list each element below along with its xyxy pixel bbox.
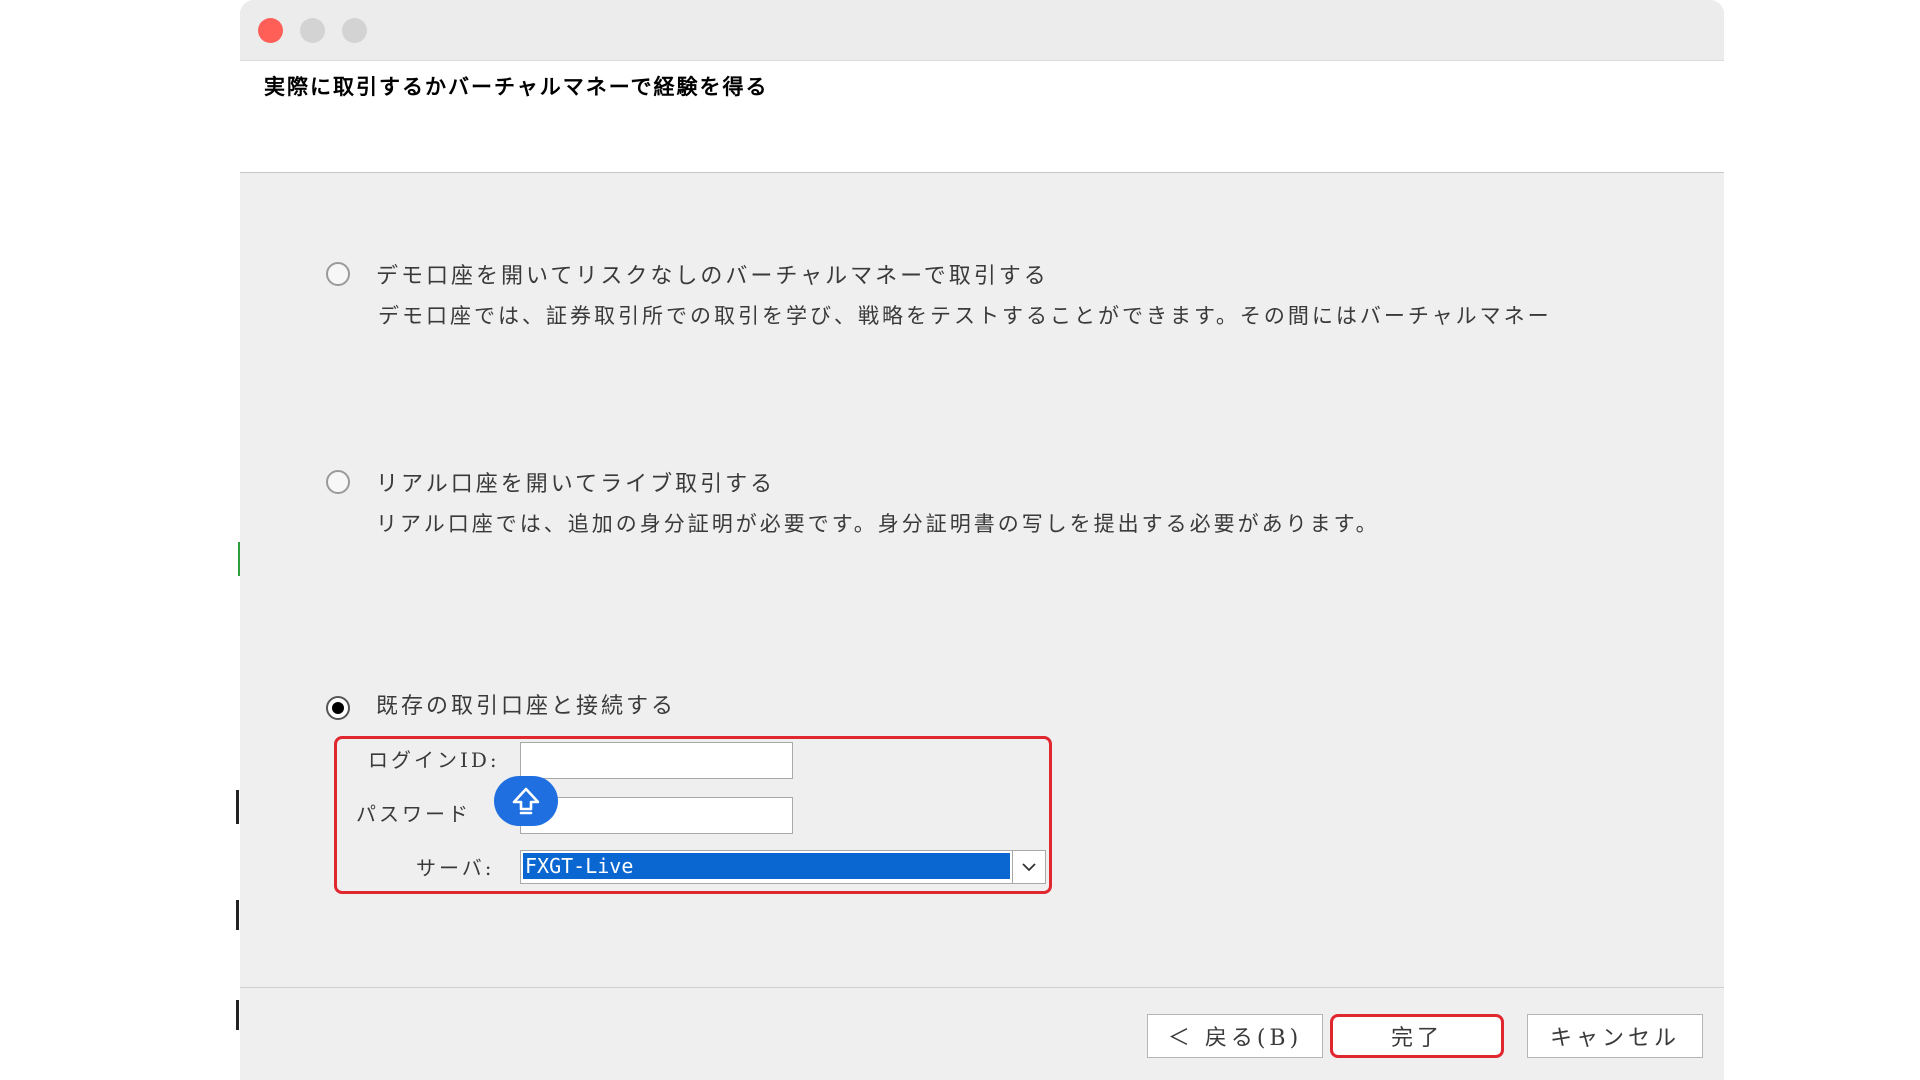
cancel-button[interactable]: キャンセル [1527,1014,1703,1058]
existing-account-radio[interactable] [326,696,350,720]
back-button[interactable]: ＜ 戻る(B) [1147,1014,1323,1058]
page-title: 実際に取引するかバーチャルマネーで経験を得る [264,75,769,99]
login-id-label: ログインID: [368,748,500,772]
wizard-header: 実際に取引するかバーチャルマネーで経験を得る [240,61,1724,173]
password-label: パスワード [356,802,471,826]
demo-account-radio[interactable] [326,262,350,286]
chevron-down-icon[interactable] [1012,851,1045,883]
existing-account-title[interactable]: 既存の取引口座と接続する [376,688,676,720]
server-select[interactable]: FXGT-Live [520,850,1046,884]
minimize-window-button[interactable] [300,18,325,43]
edge-accent [236,790,239,824]
finish-button[interactable]: 完了 [1330,1014,1504,1058]
edge-accent [236,900,239,930]
maximize-window-button[interactable] [342,18,367,43]
footer-divider [240,987,1724,988]
real-account-radio[interactable] [326,470,350,494]
title-bar [240,0,1724,61]
close-window-button[interactable] [258,18,283,43]
server-label: サーバ: [416,856,495,880]
password-input[interactable] [520,797,793,834]
server-selected-value: FXGT-Live [523,853,1010,879]
edge-accent [236,1000,239,1030]
real-account-title[interactable]: リアル口座を開いてライブ取引する [376,466,775,498]
real-account-description: リアル口座では、追加の身分証明が必要です。身分証明書の写しを提出する必要がありま… [376,512,1380,536]
login-id-input[interactable] [520,742,793,779]
wizard-window: 実際に取引するかバーチャルマネーで経験を得る デモ口座を開いてリスクなしのバーチ… [240,0,1724,1080]
keyboard-shift-icon [494,776,558,826]
demo-account-title[interactable]: デモ口座を開いてリスクなしのバーチャルマネーで取引する [376,258,1049,290]
demo-account-description: デモ口座では、証券取引所での取引を学び、戦略をテストすることができます。その間に… [378,304,1552,328]
